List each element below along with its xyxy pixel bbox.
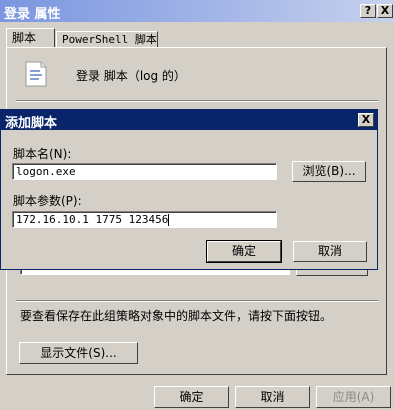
- text-caret: [168, 214, 170, 226]
- script-params-label: 脚本参数(P):: [13, 194, 82, 208]
- script-document-icon: [24, 61, 48, 90]
- script-params-value: 172.16.10.1 1775 123456: [16, 213, 169, 226]
- script-params-input[interactable]: 172.16.10.1 1775 123456: [12, 211, 277, 228]
- apply-button[interactable]: 应用(A): [316, 386, 391, 408]
- close-button[interactable]: X: [377, 4, 393, 18]
- script-name-label: 脚本名(N):: [13, 147, 72, 161]
- list-divider: [16, 300, 378, 302]
- tab-powershell-scripts[interactable]: PowerShell 脚本: [56, 31, 158, 48]
- show-files-button[interactable]: 显示文件(S)...: [19, 342, 138, 364]
- tab-scripts[interactable]: 脚本: [6, 28, 55, 48]
- help-button[interactable]: ?: [360, 4, 376, 18]
- add-script-title: 添加脚本: [5, 116, 58, 131]
- script-name-input[interactable]: logon.exe: [12, 163, 277, 180]
- window-title: 登录 属性: [4, 7, 61, 22]
- info-text: 要查看保存在此组策略对象中的脚本文件，请按下面按钮。: [20, 309, 333, 323]
- add-script-ok-button[interactable]: 确定: [206, 240, 282, 263]
- add-script-dialog: 添加脚本 X 脚本名(N): logon.exe 浏览(B)... 脚本参数(P…: [0, 109, 378, 270]
- header-divider: [16, 100, 378, 102]
- title-bar: 登录 属性 ? X: [0, 0, 394, 22]
- cancel-button[interactable]: 取消: [235, 386, 310, 408]
- add-script-title-bar: 添加脚本 X: [1, 110, 377, 131]
- ok-button[interactable]: 确定: [154, 386, 229, 408]
- add-script-close-button[interactable]: X: [358, 113, 374, 127]
- script-header-text: 登录 脚本（log 的）: [76, 69, 186, 83]
- browse-button[interactable]: 浏览(B)...: [292, 161, 366, 182]
- add-script-cancel-button[interactable]: 取消: [293, 241, 367, 262]
